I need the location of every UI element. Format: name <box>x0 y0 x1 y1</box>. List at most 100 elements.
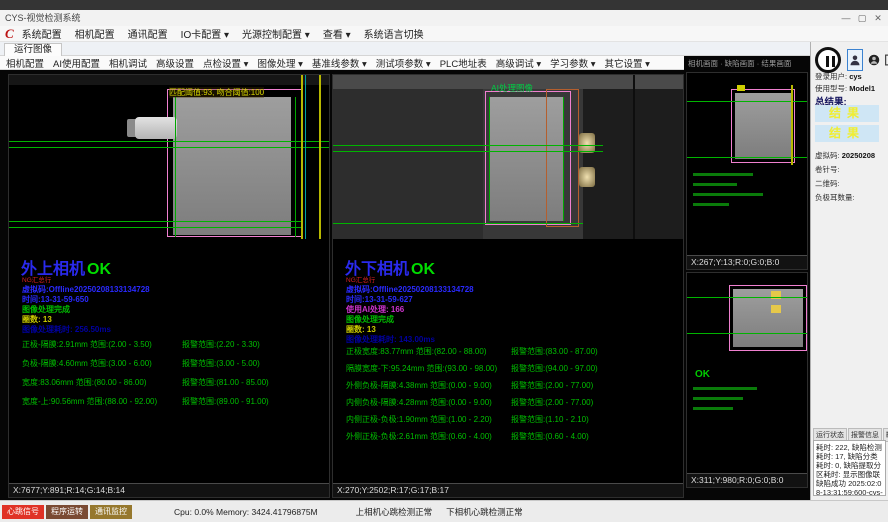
electrode-tab-glow <box>771 305 781 313</box>
ng-note: NG汇总行 <box>346 274 375 284</box>
pause-button[interactable] <box>815 47 841 73</box>
menu-item[interactable]: 系统语言切换 <box>364 30 424 41</box>
control-panel: 登录用户: cys 使用型号: Model1 总结果: 结果 结果 虚拟码: 2… <box>810 42 888 500</box>
camera-panel-lower[interactable]: AI处理图像 外下相机OK NG汇总行 虚拟码:Offline202502081… <box>332 74 684 498</box>
virtual-code-value: 20250208 <box>842 151 875 160</box>
guide-line <box>687 297 807 298</box>
user-icon <box>868 53 880 67</box>
yellow-marker-line <box>301 75 303 239</box>
status-bar: 心跳信号程序运转通讯监控 Cpu: 0.0% Memory: 3424.4179… <box>0 500 888 522</box>
info-line: 使用AI处理: 166 <box>346 305 474 315</box>
log-textarea[interactable]: 耗时: 222, 缺陷检测耗时: 17, 缺陷分类耗时: 0, 缺陷提取分区耗时… <box>813 440 886 496</box>
close-button[interactable]: ✕ <box>870 10 886 26</box>
result-text-line <box>693 397 743 400</box>
info-line: 图像处理耗时: 256.50ms <box>22 325 150 335</box>
preview-panel-2[interactable]: OK X:311;Y:980;R:0;G:0;B:0 <box>686 272 808 488</box>
electrode-tab-glow <box>579 133 595 153</box>
info-line: 图像处理完成 <box>22 305 150 315</box>
toolbar-item[interactable]: 图像处理 ▾ <box>257 56 302 70</box>
coordinate-bar: X:7677;Y:891;R:14;G:14;B:14 <box>9 483 329 497</box>
toolbar-item[interactable]: 其它设置 ▾ <box>605 56 650 70</box>
virtual-code-label: 虚拟码: <box>815 151 840 160</box>
guide-line-vertical <box>175 97 176 237</box>
result-ok-badge: OK <box>695 369 710 380</box>
menu-item[interactable]: 光源控制配置 ▾ <box>242 30 310 41</box>
measurement-row: 正极-隔膜:2.91mm 范围:(2.00 - 3.50)报警范围:(2.20 … <box>22 339 325 358</box>
toolbar-item[interactable]: 基准线参数 ▾ <box>312 56 367 70</box>
toolbar-item[interactable]: 高级调试 ▾ <box>496 56 541 70</box>
qr-code-label: 二维码: <box>815 178 840 189</box>
guide-line <box>9 221 303 222</box>
guide-line <box>9 147 329 148</box>
toolbar-item[interactable]: 相机配置 <box>6 56 44 70</box>
info-lines: 虚拟码:Offline20250208133134728时间:13-31-59-… <box>22 285 150 335</box>
model-label: 使用型号: <box>815 84 847 93</box>
measurement-list: 正极-隔膜:2.91mm 范围:(2.00 - 3.50)报警范围:(2.20 … <box>22 339 325 415</box>
info-line: 虚拟码:Offline20250208133134728 <box>346 285 474 295</box>
main-view: 匹配阈值:93, 吻合阈值:100 外上相机OK NG汇总行 虚拟码:Offli… <box>0 70 810 500</box>
menu-item[interactable]: 相机配置 <box>75 30 115 41</box>
login-user-label: 登录用户: <box>815 72 847 81</box>
measurement-row: 隔膜宽度-下:95.24mm 范围:(93.00 - 98.00)报警范围:(9… <box>346 363 679 380</box>
yellow-marker <box>737 85 745 91</box>
battery-cell-thumbnail <box>735 93 791 159</box>
menu-item[interactable]: 通讯配置 <box>128 30 168 41</box>
result-text-line <box>693 173 753 176</box>
info-line: 图像处理耗时: 143.00ms <box>346 335 474 345</box>
toolbar-item[interactable]: PLC地址表 <box>440 56 487 70</box>
toolbar-item[interactable]: 高级设置 <box>156 56 194 70</box>
operator-mode-button[interactable] <box>866 49 882 71</box>
app-window: CYS-视觉检测系统 — ▢ ✕ C 系统配置相机配置通讯配置IO卡配置 ▾光源… <box>0 0 888 522</box>
preview-panel-1[interactable]: X:267;Y:13;R:0;G:0;B:0 <box>686 72 808 270</box>
toolbar: 相机配置 AI使用配置相机调试高级设置点检设置 ▾ 图像处理 ▾ 基准线参数 ▾ 测试项… <box>0 56 684 70</box>
menu-item[interactable]: 查看 ▾ <box>323 30 351 41</box>
tab-row: 运行图像 <box>0 42 810 56</box>
roller <box>135 117 177 139</box>
measurement-row: 内侧负极-隔膜:4.28mm 范围:(0.00 - 9.00)报警范围:(2.0… <box>346 397 679 414</box>
coordinate-bar: X:267;Y:13;R:0;G:0;B:0 <box>687 255 807 269</box>
toolbar-item[interactable]: 相机调试 <box>109 56 147 70</box>
login-user-value: cys <box>849 72 862 81</box>
guide-line-vertical <box>295 97 296 237</box>
machine-section <box>333 89 483 239</box>
info-line: 时间:13-31-59-627 <box>346 295 474 305</box>
preview-header-strip: 相机画面 · 缺陷画面 · 结果画面 <box>684 56 810 70</box>
exit-button[interactable] <box>882 49 888 71</box>
coordinate-bar: X:270;Y:2502;R:17;G:17;B:17 <box>333 483 683 497</box>
tab-run-image[interactable]: 运行图像 <box>4 43 62 56</box>
toolbar-item[interactable]: 点检设置 ▾ <box>203 56 248 70</box>
camera-panel-upper[interactable]: 匹配阈值:93, 吻合阈值:100 外上相机OK NG汇总行 虚拟码:Offli… <box>8 74 330 498</box>
cpu-memory-status: Cpu: 0.0% Memory: 3424.41796875M <box>174 507 318 517</box>
status-segment: 通讯监控 <box>90 505 132 519</box>
user-mode-button-selected[interactable] <box>847 49 863 71</box>
info-line: 图像处理完成 <box>346 315 474 325</box>
result-text-line <box>693 193 763 196</box>
toolbar-item[interactable]: 学习参数 ▾ <box>550 56 595 70</box>
menu-item[interactable]: 系统配置 <box>22 30 62 41</box>
result-box-2: 结果 <box>815 125 879 142</box>
guide-line <box>9 227 303 228</box>
machine-seam <box>633 75 635 239</box>
maximize-button[interactable]: ▢ <box>854 10 870 26</box>
info-lines: 虚拟码:Offline20250208133134728时间:13-31-59-… <box>346 285 474 345</box>
minimize-button[interactable]: — <box>838 10 854 26</box>
guide-line <box>9 141 329 142</box>
virtual-code-row: 虚拟码: 20250208 <box>815 150 875 161</box>
electrode-tab-glow <box>579 167 595 187</box>
measurement-row: 外侧负极-隔膜:4.38mm 范围:(0.00 - 9.00)报警范围:(2.0… <box>346 380 679 397</box>
status-segment: 心跳信号 <box>2 505 44 519</box>
toolbar-item[interactable]: 测试项参数 ▾ <box>376 56 431 70</box>
model-value[interactable]: Model1 <box>849 84 875 93</box>
measurement-row: 外侧正极-负极:2.61mm 范围:(0.60 - 4.00)报警范围:(0.6… <box>346 431 679 448</box>
toolbar-item[interactable]: AI使用配置 <box>53 56 100 70</box>
measurement-row: 正极宽度:83.77mm 范围:(82.00 - 88.00)报警范围:(83.… <box>346 346 679 363</box>
ng-note: NG汇总行 <box>22 274 51 284</box>
menu-item[interactable]: IO卡配置 ▾ <box>181 30 229 41</box>
guide-line <box>687 333 807 334</box>
ai-image-label: AI处理图像 <box>491 82 533 94</box>
guide-line <box>687 157 807 158</box>
login-user-row: 登录用户: cys <box>815 71 862 82</box>
yellow-marker-line <box>791 85 793 165</box>
lower-camera-heartbeat: 下相机心跳检测正常 <box>446 506 523 518</box>
pin-number-label: 卷针号: <box>815 164 840 175</box>
